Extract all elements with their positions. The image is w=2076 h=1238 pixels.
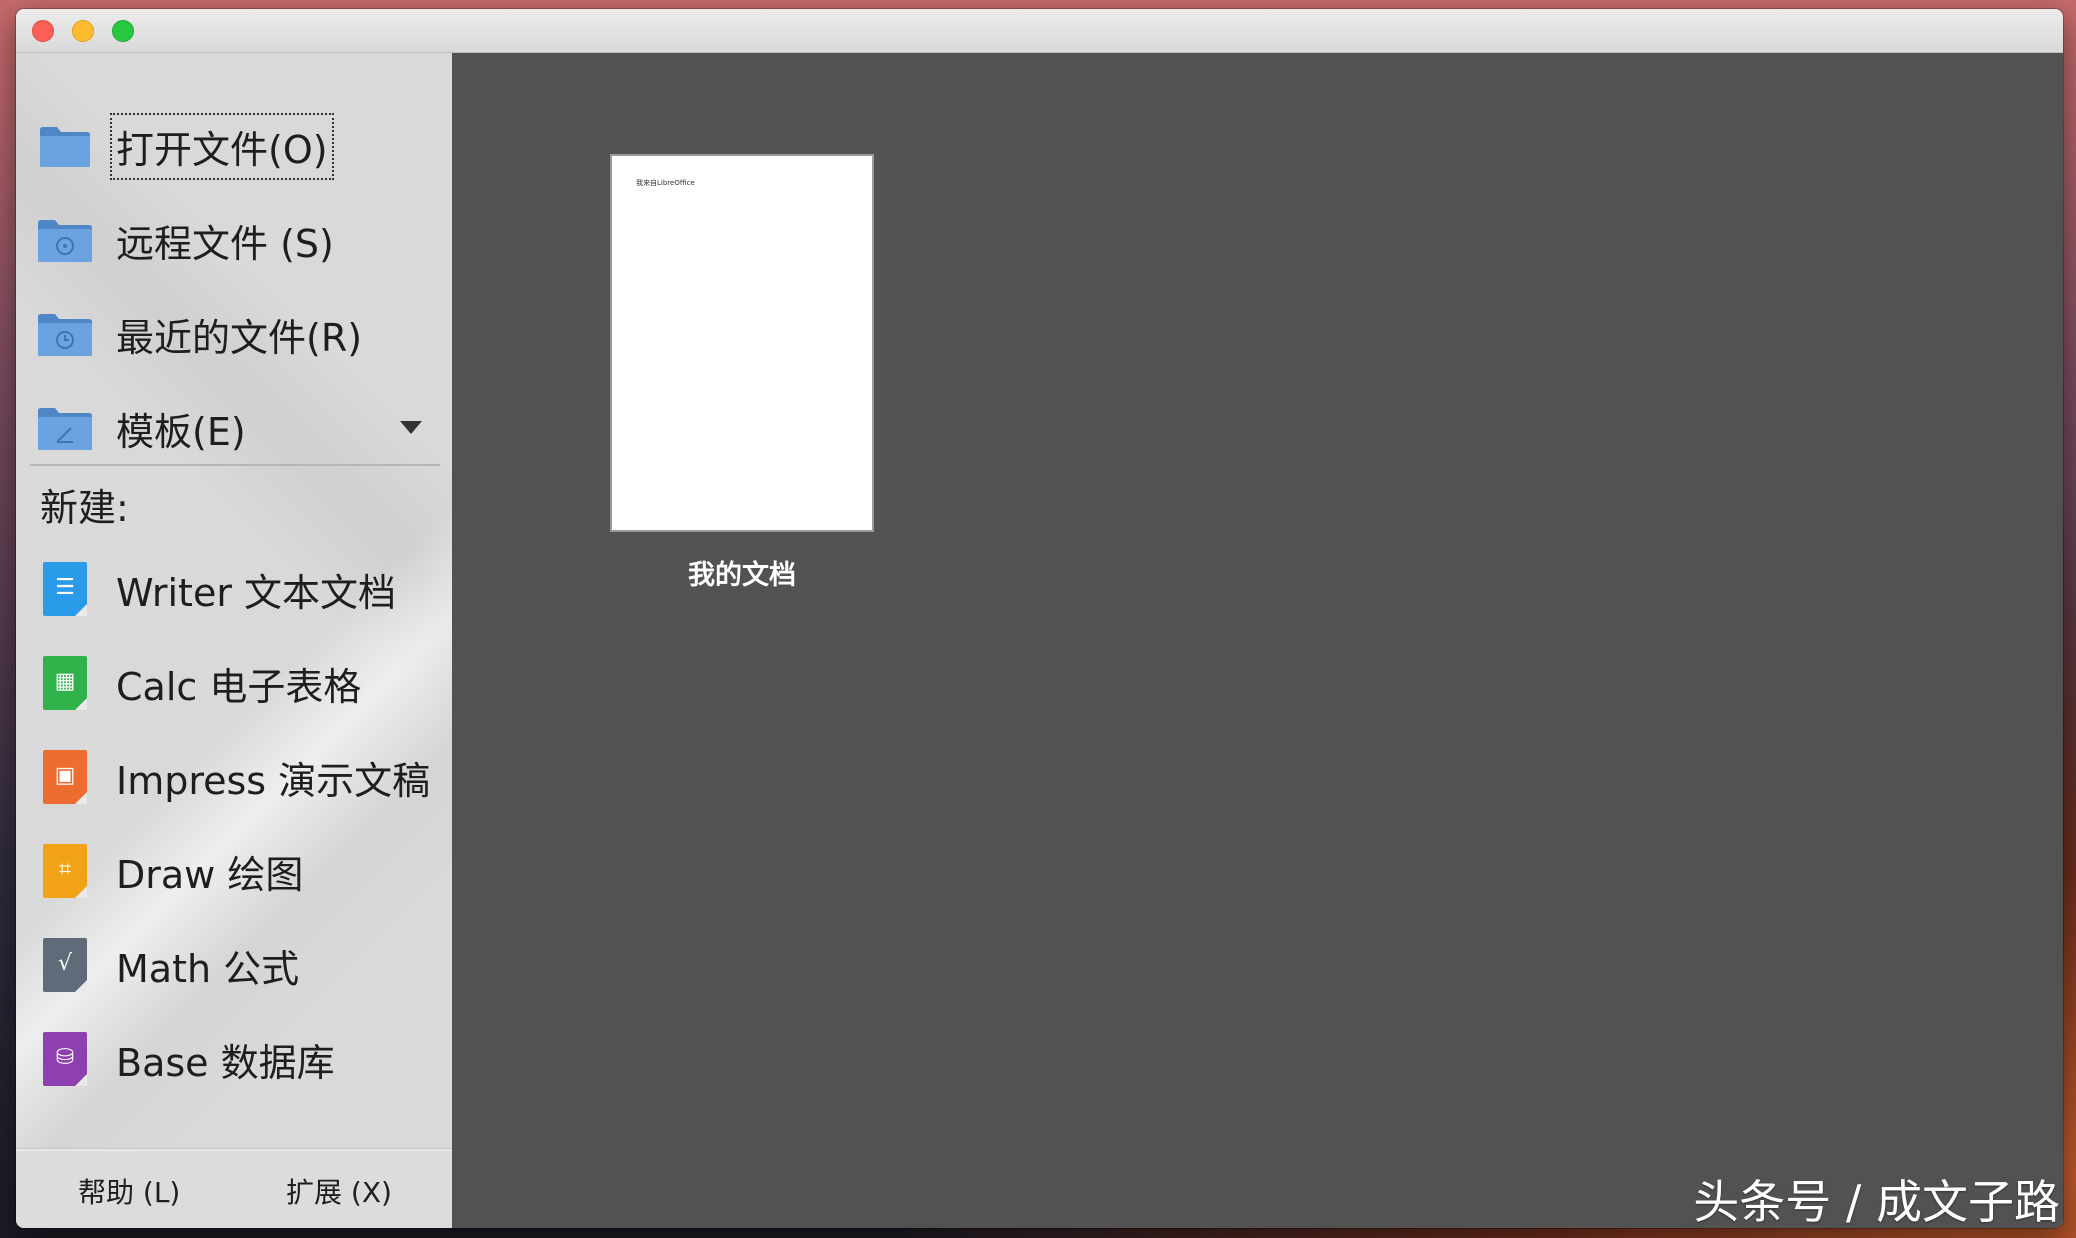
impress-icon: ▣: [36, 750, 94, 804]
base-icon: ⛁: [36, 1032, 94, 1086]
draw-label: Draw 绘图: [116, 852, 304, 897]
extensions-button[interactable]: 扩展 (X): [286, 1171, 392, 1211]
draw-icon: ⌗: [36, 844, 94, 898]
recent-files-button[interactable]: 最近的文件(R): [36, 294, 442, 374]
templates-label: 模板(E): [116, 409, 246, 454]
title-bar[interactable]: [16, 9, 2063, 53]
impress-label: Impress 演示文稿: [116, 758, 431, 803]
recent-documents-pane: 我来自LibreOffice 我的文档: [452, 53, 2063, 1228]
watermark-text: 头条号 / 成文子路: [1693, 1175, 2060, 1229]
new-section-title: 新建:: [40, 486, 129, 530]
maximize-window-button[interactable]: [112, 20, 134, 42]
recent-folder-icon: [36, 307, 94, 361]
thumbnail-preview-text: 我来自LibreOffice: [636, 179, 695, 187]
sidebar-divider: [30, 464, 440, 466]
new-base-database-button[interactable]: ⛁ Base 数据库: [36, 1019, 442, 1099]
calc-label: Calc 电子表格: [116, 664, 362, 709]
recent-document-title[interactable]: 我的文档: [610, 553, 874, 592]
template-folder-icon: [36, 401, 94, 455]
remote-files-label: 远程文件 (S): [116, 221, 334, 266]
open-file-label: 打开文件(O): [110, 112, 334, 180]
folder-icon: [36, 119, 94, 173]
writer-icon: ☰: [36, 562, 94, 616]
recent-files-label: 最近的文件(R): [116, 315, 363, 360]
remote-folder-icon: [36, 213, 94, 267]
remote-files-button[interactable]: 远程文件 (S): [36, 200, 442, 280]
calc-icon: ▦: [36, 656, 94, 710]
start-center-window: 打开文件(O) 远程文件 (S) 最近的文件(R) 模板(E) 新建: ☰ Wr…: [16, 9, 2063, 1228]
templates-button[interactable]: 模板(E): [36, 388, 442, 468]
new-writer-document-button[interactable]: ☰ Writer 文本文档: [36, 549, 442, 629]
start-center-sidebar: 打开文件(O) 远程文件 (S) 最近的文件(R) 模板(E) 新建: ☰ Wr…: [16, 53, 452, 1228]
bottom-button-bar: 帮助 (L) 扩展 (X): [16, 1151, 452, 1228]
math-icon: √: [36, 938, 94, 992]
recent-document-thumbnail[interactable]: 我来自LibreOffice: [610, 154, 874, 532]
math-label: Math 公式: [116, 946, 300, 991]
new-impress-presentation-button[interactable]: ▣ Impress 演示文稿: [36, 737, 442, 817]
new-math-formula-button[interactable]: √ Math 公式: [36, 925, 442, 1005]
open-file-button[interactable]: 打开文件(O): [36, 106, 442, 186]
new-draw-drawing-button[interactable]: ⌗ Draw 绘图: [36, 831, 442, 911]
writer-label: Writer 文本文档: [116, 570, 397, 615]
base-label: Base 数据库: [116, 1040, 335, 1085]
help-button[interactable]: 帮助 (L): [78, 1171, 180, 1211]
minimize-window-button[interactable]: [72, 20, 94, 42]
templates-dropdown-arrow-icon[interactable]: [400, 421, 422, 434]
new-calc-spreadsheet-button[interactable]: ▦ Calc 电子表格: [36, 643, 442, 723]
close-window-button[interactable]: [32, 20, 54, 42]
